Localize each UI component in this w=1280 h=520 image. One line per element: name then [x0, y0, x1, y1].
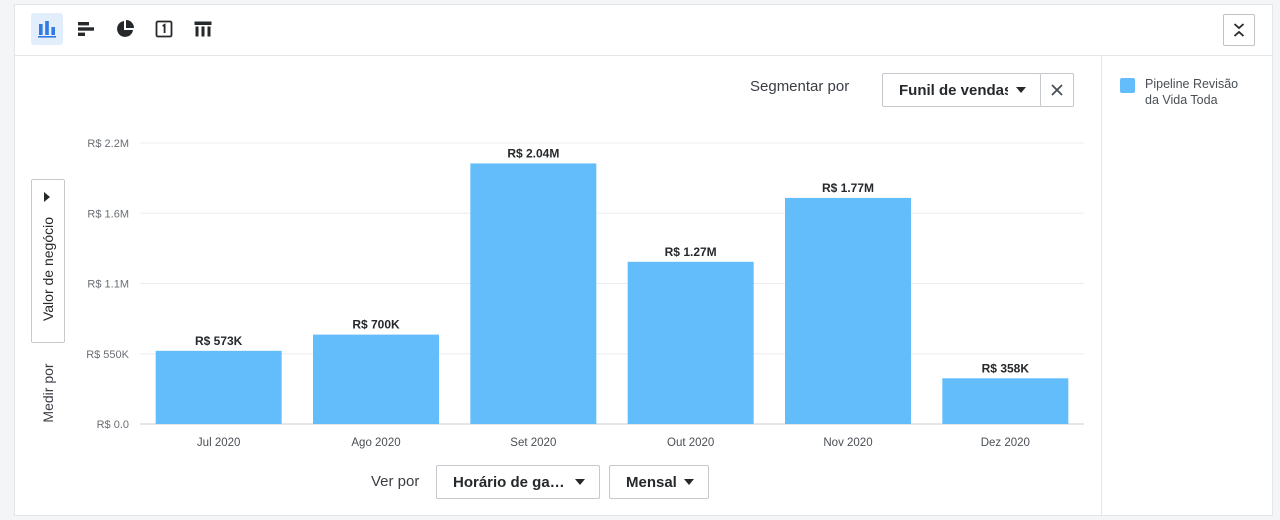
view-by-field-dropdown[interactable]: Horário de ga…	[436, 465, 600, 499]
chevron-right-icon	[44, 192, 50, 202]
column-chart-button[interactable]	[31, 13, 63, 45]
column-chart-icon	[38, 21, 56, 38]
collapse-button[interactable]	[1223, 14, 1255, 46]
interval-dropdown[interactable]: Mensal	[609, 465, 709, 499]
table-view-button[interactable]	[187, 13, 219, 45]
chevron-down-icon	[575, 479, 585, 485]
view-by-field-value: Horário de ga…	[453, 473, 565, 491]
legend-swatch	[1120, 78, 1135, 93]
segment-dropdown[interactable]: Funil de vendas	[882, 73, 1041, 107]
pie-chart-button[interactable]	[109, 13, 141, 45]
legend-item[interactable]: Pipeline Revisão da Vida Toda	[1120, 76, 1255, 108]
measure-value: Valor de negócio	[40, 216, 56, 322]
chart-type-toolbar	[15, 5, 1272, 56]
single-value-button[interactable]	[148, 13, 180, 45]
pie-chart-icon	[117, 20, 134, 37]
segment-value: Funil de vendas	[899, 81, 1008, 99]
legend-label: Pipeline Revisão da Vida Toda	[1145, 77, 1239, 107]
single-value-icon	[155, 20, 173, 38]
report-card: Pipeline Revisão da Vida Toda	[14, 4, 1273, 516]
view-by-label: Ver por	[371, 473, 420, 490]
chevron-down-icon	[684, 479, 694, 485]
clear-segment-button[interactable]	[1040, 73, 1074, 107]
chevron-down-icon	[1016, 87, 1026, 93]
bar-chart-icon	[78, 22, 94, 36]
close-icon	[1051, 84, 1063, 96]
collapse-icon	[1233, 23, 1245, 37]
interval-value: Mensal	[626, 473, 676, 491]
bar-chart-button[interactable]	[70, 13, 102, 45]
measure-by-label: Medir por	[40, 363, 56, 423]
legend-panel: Pipeline Revisão da Vida Toda	[1101, 56, 1274, 516]
segment-by-label: Segmentar por	[750, 78, 850, 95]
table-icon	[194, 21, 212, 37]
measure-dropdown[interactable]: Valor de negócio	[31, 179, 65, 343]
